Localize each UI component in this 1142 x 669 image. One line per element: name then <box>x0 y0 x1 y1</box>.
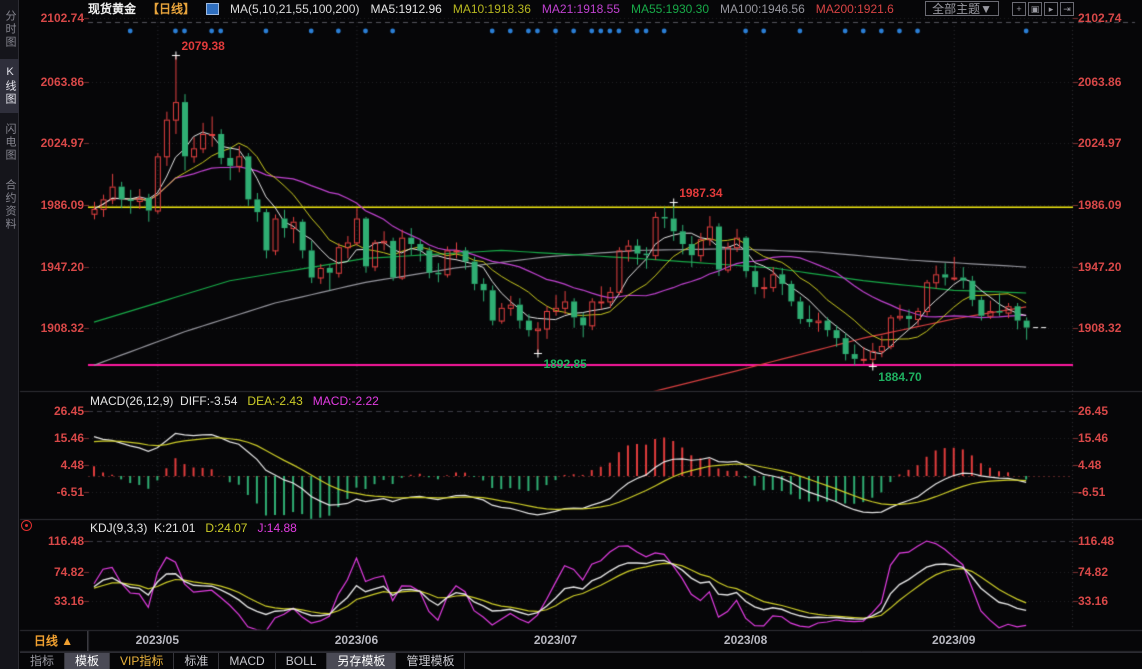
ytick-l--6.51: -6.51 <box>20 485 84 499</box>
ytick-r-1986.09: 1986.09 <box>1078 198 1140 212</box>
ytick-r-74.82: 74.82 <box>1078 565 1140 579</box>
bottom-toolbar: 指标模板VIP指标标准MACDBOLL另存模板管理模板 <box>20 652 1142 669</box>
bottom-tab-指标[interactable]: 指标 <box>20 653 65 669</box>
month-label-2023/05: 2023/05 <box>129 633 185 647</box>
extreme-label-1987.34: 1987.34 <box>679 186 722 200</box>
sidebar-tab-分时图[interactable]: 分时图 <box>0 3 19 56</box>
ytick-r-15.46: 15.46 <box>1078 431 1140 445</box>
alert-dot-icon[interactable] <box>21 520 32 531</box>
ytick-l-1947.20: 1947.20 <box>20 260 84 274</box>
ytick-l-1908.32: 1908.32 <box>20 321 84 335</box>
ytick-r-116.48: 116.48 <box>1078 534 1140 548</box>
ytick-l-2024.97: 2024.97 <box>20 136 84 150</box>
chart-header: 现货黄金 【日线】 MA(5,10,21,55,100,200) MA5:191… <box>88 0 1142 17</box>
ytick-l-33.16: 33.16 <box>20 594 84 608</box>
ytick-l-1986.09: 1986.09 <box>20 198 84 212</box>
macd-dea-value: DEA:-2.43 <box>247 394 302 408</box>
chart-canvas[interactable] <box>0 0 1142 669</box>
bottom-tab-BOLL[interactable]: BOLL <box>276 653 328 669</box>
scroll-right-icon[interactable]: ▸ <box>1044 2 1058 16</box>
period-selector[interactable]: 日线 ▲ <box>20 631 88 651</box>
bottom-tab-管理模板[interactable]: 管理模板 <box>396 653 465 669</box>
x-axis-row: 日线 ▲ 2023/05 2023/06 2023/07 2023/08 2023/09 <box>20 631 1142 651</box>
ytick-r-33.16: 33.16 <box>1078 594 1140 608</box>
sidebar-tab-合约资料[interactable]: 合约资料 <box>0 172 19 238</box>
ytick-l-2063.86: 2063.86 <box>20 75 84 89</box>
bottom-tab-MACD[interactable]: MACD <box>219 653 275 669</box>
pan-icon[interactable]: + <box>1012 2 1026 16</box>
ytick-r-2024.97: 2024.97 <box>1078 136 1140 150</box>
extreme-label-1884.70: 1884.70 <box>878 370 921 384</box>
ytick-l-4.48: 4.48 <box>20 458 84 472</box>
bottom-tab-标准[interactable]: 标准 <box>174 653 219 669</box>
ytick-r-1908.32: 1908.32 <box>1078 321 1140 335</box>
ytick-r-2063.86: 2063.86 <box>1078 75 1140 89</box>
ytick-l-116.48: 116.48 <box>20 534 84 548</box>
kdj-panel-header: KDJ(9,3,3) K:21.01 D:24.07 J:14.88 <box>90 521 297 535</box>
kdj-j-value: J:14.88 <box>257 521 296 535</box>
ma-value-4: MA100:1946.56 <box>720 2 805 16</box>
period-tag: 【日线】 <box>147 0 195 17</box>
ma-value-5: MA200:1921.6 <box>816 2 894 16</box>
ma-value-0: MA5:1912.96 <box>370 2 441 16</box>
macd-diff-value: DIFF:-3.54 <box>180 394 237 408</box>
extreme-label-2079.38: 2079.38 <box>181 39 224 53</box>
ytick-l-15.46: 15.46 <box>20 431 84 445</box>
sidebar-tab-K线图[interactable]: K线图 <box>0 59 19 113</box>
month-label-2023/06: 2023/06 <box>328 633 384 647</box>
sidebar-tab-闪电图[interactable]: 闪电图 <box>0 116 19 169</box>
left-sidebar: 分时图 K线图闪电图合约资料 <box>0 0 19 669</box>
ytick-r-2102.74: 2102.74 <box>1078 11 1140 25</box>
ytick-r-26.45: 26.45 <box>1078 404 1140 418</box>
fit-chart-icon[interactable]: ▣ <box>1028 2 1042 16</box>
ytick-r--6.51: -6.51 <box>1078 485 1140 499</box>
ytick-l-26.45: 26.45 <box>20 404 84 418</box>
kdj-d-value: D:24.07 <box>205 521 247 535</box>
kdj-k-value: K:21.01 <box>154 521 195 535</box>
month-label-2023/08: 2023/08 <box>718 633 774 647</box>
bottom-tab-VIP指标[interactable]: VIP指标 <box>110 653 174 669</box>
bottom-tab-另存模板[interactable]: 另存模板 <box>327 653 396 669</box>
macd-title: MACD(26,12,9) <box>90 394 173 408</box>
extreme-label-1892.85: 1892.85 <box>543 357 586 371</box>
macd-panel-header: MACD(26,12,9) DIFF:-3.54 DEA:-2.43 MACD:… <box>90 394 379 408</box>
macd-value: MACD:-2.22 <box>313 394 379 408</box>
ma-value-2: MA21:1918.55 <box>542 2 620 16</box>
kdj-title: KDJ(9,3,3) <box>90 521 147 535</box>
month-label-2023/09: 2023/09 <box>926 633 982 647</box>
ytick-r-4.48: 4.48 <box>1078 458 1140 472</box>
ma-value-1: MA10:1918.36 <box>453 2 531 16</box>
ma-value-3: MA55:1930.30 <box>631 2 709 16</box>
all-themes-button[interactable]: 全部主题▼ <box>925 1 999 16</box>
ytick-r-1947.20: 1947.20 <box>1078 260 1140 274</box>
ma-values: MA5:1912.96 MA10:1918.36 MA21:1918.55 MA55:… <box>370 2 893 16</box>
ytick-l-74.82: 74.82 <box>20 565 84 579</box>
ma-group-label: MA(5,10,21,55,100,200) <box>230 2 359 16</box>
symbol-name: 现货黄金 <box>88 0 136 17</box>
ytick-l-2102.74: 2102.74 <box>20 11 84 25</box>
jump-latest-icon[interactable]: ⇥ <box>1060 2 1074 16</box>
bottom-tab-模板[interactable]: 模板 <box>65 653 110 669</box>
header-toolbar: +▣▸⇥ <box>1010 2 1074 16</box>
trading-app-window: 分时图 K线图闪电图合约资料 现货黄金 【日线】 MA(5,10,21,55,10… <box>0 0 1142 669</box>
chart-type-icon[interactable] <box>206 3 219 15</box>
month-label-2023/07: 2023/07 <box>528 633 584 647</box>
